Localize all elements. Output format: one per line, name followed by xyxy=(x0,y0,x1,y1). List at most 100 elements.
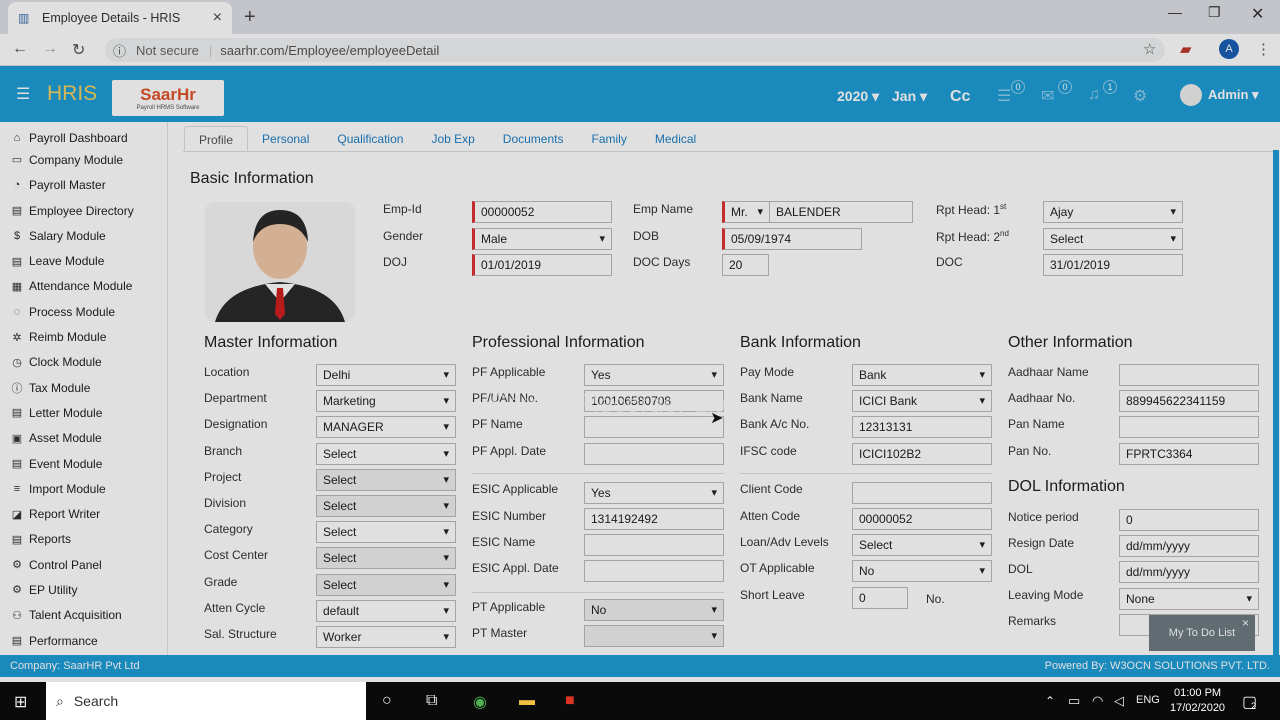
esic-appl-date-field[interactable] xyxy=(584,560,724,582)
doc-field[interactable]: 31/01/2019 xyxy=(1043,254,1183,276)
back-icon[interactable]: ← xyxy=(12,40,28,58)
master-atten-cycleselect[interactable]: default xyxy=(316,599,456,622)
cortana-icon[interactable]: ○ xyxy=(382,692,392,710)
chevron-up-icon[interactable]: ⌃ xyxy=(1045,694,1055,708)
resign-date-field[interactable]: dd/mm/yyyy xyxy=(1119,535,1259,557)
sidebar-item-reports[interactable]: ▤ Reports xyxy=(0,527,167,552)
master-gradeselect[interactable]: Select xyxy=(316,573,456,596)
chrome-icon[interactable]: ◉ xyxy=(473,692,487,712)
sidebar-item-report-writer[interactable]: ◪ Report Writer xyxy=(0,501,167,526)
recorder-app-icon[interactable]: ■ xyxy=(565,692,575,710)
browser-tab[interactable]: ▥ Employee Details - HRIS × xyxy=(8,2,232,34)
sidebar-item-event-module[interactable]: ▤ Event Module xyxy=(0,451,167,476)
sidebar-item-tax-module[interactable]: ⓘ Tax Module xyxy=(0,375,167,400)
notice-period-field[interactable]: 0 xyxy=(1119,509,1259,531)
tab-personal[interactable]: Personal xyxy=(248,126,323,151)
sidebar-item-import-module[interactable]: ≡ Import Module xyxy=(0,476,167,501)
aadhaar-no-field[interactable]: 889945622341159 xyxy=(1119,390,1259,412)
aadhaar-name-field[interactable] xyxy=(1119,364,1259,386)
tasks-icon[interactable]: ✉ xyxy=(1041,86,1054,106)
info-icon[interactable]: ⓘ xyxy=(113,41,126,60)
salutation-select[interactable]: Mr. xyxy=(722,201,770,223)
dob-field[interactable]: 05/09/1974 xyxy=(722,228,862,250)
tab-job-exp[interactable]: Job Exp xyxy=(417,126,488,151)
messages-icon[interactable]: ☰ xyxy=(997,86,1011,106)
sidebar-item-asset-module[interactable]: ▣ Asset Module xyxy=(0,426,167,451)
sidebar-item-payroll-master[interactable]: ◔ Payroll Master xyxy=(0,173,167,198)
sidebar-item-process-module[interactable]: ◌ Process Module xyxy=(0,299,167,324)
master-sal-structureselect[interactable]: Worker xyxy=(316,626,456,648)
pf-appl-date-field[interactable] xyxy=(584,443,724,465)
master-cost-centerselect[interactable]: Select xyxy=(316,547,456,570)
scrollbar[interactable] xyxy=(1273,150,1279,655)
windows-start-icon[interactable]: ⊞ xyxy=(14,692,27,712)
sidebar-item-clock-module[interactable]: ◷ Clock Module xyxy=(0,350,167,375)
sidebar-item-performance[interactable]: ▤ Performance xyxy=(0,628,167,653)
leaving-mode-select[interactable]: None xyxy=(1119,588,1259,610)
master-designationselect[interactable]: MANAGER xyxy=(316,416,456,439)
ot-applicable-select[interactable]: No xyxy=(852,560,992,582)
todo-close-icon[interactable]: × xyxy=(1242,616,1249,630)
tab-qualification[interactable]: Qualification xyxy=(323,126,417,151)
pan-name-field[interactable] xyxy=(1119,416,1259,438)
sidebar-item-talent-acquisition[interactable]: ⚇ Talent Acquisition xyxy=(0,603,167,628)
sidebar-item-employee-directory[interactable]: ▤ Employee Directory xyxy=(0,198,167,223)
wifi-icon[interactable]: ◠ xyxy=(1092,693,1103,709)
sidebar-item-attendance-module[interactable]: ▦ Attendance Module xyxy=(0,274,167,299)
tab-documents[interactable]: Documents xyxy=(489,126,578,151)
volume-icon[interactable]: ◁ xyxy=(1114,693,1124,709)
pan-no-field[interactable]: FPRTC3364 xyxy=(1119,443,1259,465)
master-departmentselect[interactable]: Marketing xyxy=(316,390,456,413)
pt-master-select[interactable] xyxy=(584,625,724,647)
pdf-extension-icon[interactable]: ▰ xyxy=(1180,40,1192,58)
tab-medical[interactable]: Medical xyxy=(641,126,710,151)
tab-family[interactable]: Family xyxy=(578,126,641,151)
sidebar-item-company-module[interactable]: ▭ Company Module xyxy=(0,147,167,172)
client-code-field[interactable] xyxy=(852,482,992,504)
sidebar-item-leave-module[interactable]: ▤ Leave Module xyxy=(0,248,167,273)
pay-mode-select[interactable]: Bank xyxy=(852,364,992,386)
bank-name-select[interactable]: ICICI Bank xyxy=(852,390,992,412)
sidebar-item-control-panel[interactable]: ⚙ Control Panel xyxy=(0,552,167,577)
battery-icon[interactable]: ▭ xyxy=(1068,693,1080,709)
atten-code-field[interactable]: 00000052 xyxy=(852,508,992,530)
close-window-icon[interactable]: ✕ xyxy=(1251,4,1264,24)
file-explorer-icon[interactable]: ▬ xyxy=(519,692,535,710)
master-locationselect[interactable]: Delhi xyxy=(316,364,456,386)
dol-field[interactable]: dd/mm/yyyy xyxy=(1119,561,1259,583)
emp-name-field[interactable]: BALENDER xyxy=(769,201,913,223)
rpt-head-2-select[interactable]: Select xyxy=(1043,228,1183,250)
minimize-icon[interactable]: — xyxy=(1168,4,1182,20)
sidebar-item-salary-module[interactable]: $ Salary Module xyxy=(0,223,167,248)
rpt-head-1-select[interactable]: Ajay Kumar_00000100 xyxy=(1043,201,1183,223)
pf-applicable-select[interactable]: Yes xyxy=(584,364,724,386)
forward-icon[interactable]: → xyxy=(42,40,58,58)
taskbar-search[interactable]: ⌕ Search xyxy=(46,682,366,720)
notification-bell-icon[interactable]: ♫ xyxy=(1088,86,1100,104)
sidebar-item-payroll-dashboard[interactable]: ⌂ Payroll Dashboard xyxy=(0,122,167,147)
bookmark-star-icon[interactable]: ☆ xyxy=(1143,40,1156,58)
task-view-icon[interactable]: ⧉ xyxy=(426,692,437,710)
month-dropdown[interactable]: Jan ▾ xyxy=(892,88,927,105)
master-branchselect[interactable]: Select xyxy=(316,442,456,465)
maximize-icon[interactable]: ❐ xyxy=(1208,4,1221,21)
sidebar-item-reimb-module[interactable]: ✲ Reimb Module xyxy=(0,324,167,349)
hamburger-menu-icon[interactable]: ☰ xyxy=(16,84,30,104)
taskbar-clock[interactable]: 01:00 PM 17/02/2020 xyxy=(1170,686,1225,716)
doj-field[interactable]: 01/01/2019 xyxy=(472,254,612,276)
year-dropdown[interactable]: 2020 ▾ xyxy=(837,88,879,105)
doc-days-field[interactable]: 20 xyxy=(722,254,769,276)
profile-avatar[interactable]: A xyxy=(1219,39,1239,59)
pf-name-field[interactable] xyxy=(584,416,724,438)
loan-adv-select[interactable]: Select xyxy=(852,534,992,556)
master-projectselect[interactable]: Select xyxy=(316,468,456,491)
esic-number-field[interactable]: 1314192492 xyxy=(584,508,724,530)
settings-gear-icon[interactable]: ⚙ xyxy=(1133,86,1147,106)
sidebar-item-letter-module[interactable]: ▤ Letter Module xyxy=(0,400,167,425)
short-leave-field[interactable]: 0 xyxy=(852,587,908,609)
bank-account-field[interactable]: 12313131 xyxy=(852,416,992,438)
emp-id-field[interactable]: 00000052 xyxy=(472,201,612,223)
gender-select[interactable]: Male xyxy=(472,228,612,250)
esic-applicable-select[interactable]: Yes xyxy=(584,482,724,504)
close-tab-icon[interactable]: × xyxy=(213,9,222,27)
